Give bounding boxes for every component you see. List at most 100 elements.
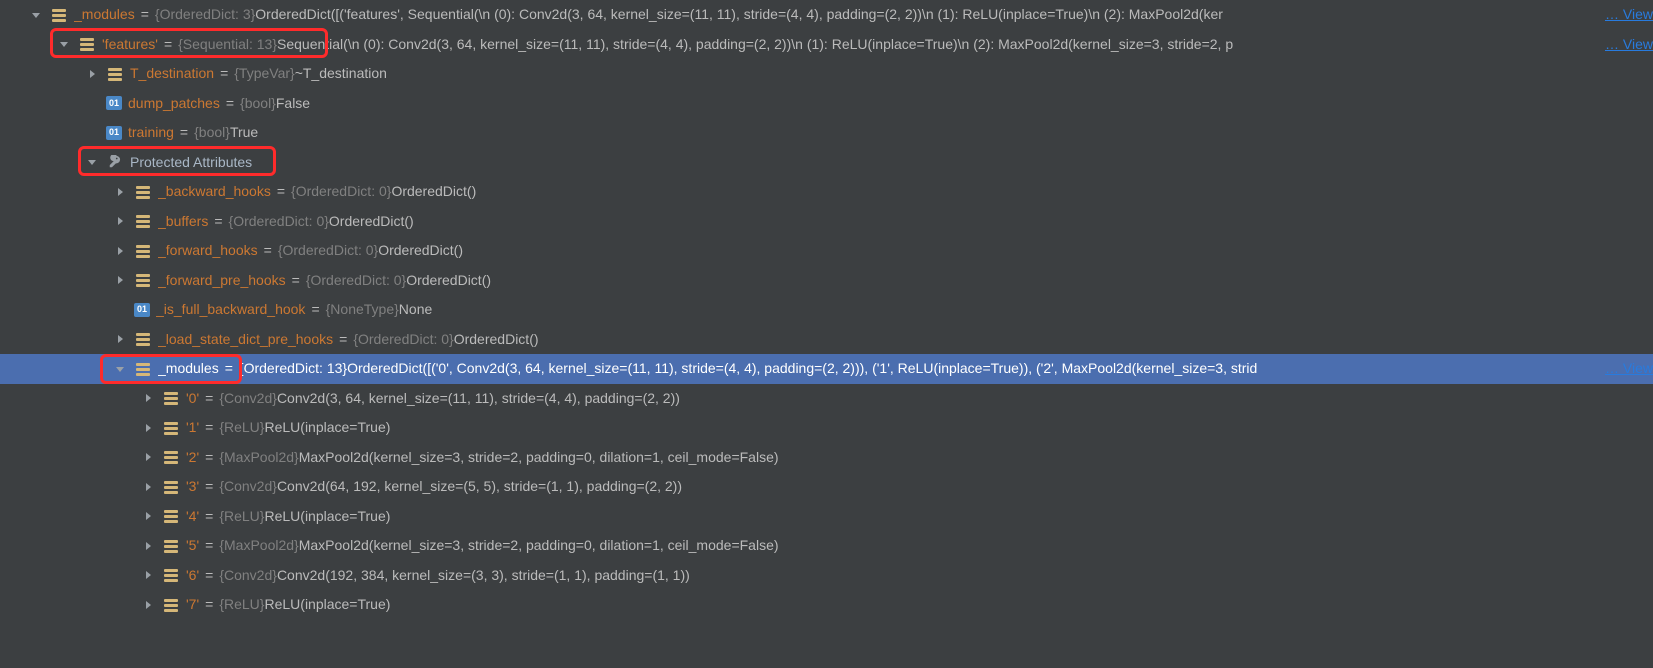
- tree-row[interactable]: _modules = {OrderedDict: 13} OrderedDict…: [0, 354, 1653, 384]
- variable-type: {Sequential: 13}: [178, 30, 277, 60]
- collapse-arrow-icon[interactable]: [56, 36, 72, 52]
- row-content: _forward_hooks = {OrderedDict: 0} Ordere…: [158, 236, 1653, 266]
- variable-type: {ReLU}: [219, 413, 264, 443]
- tree-row[interactable]: '6' = {Conv2d} Conv2d(192, 384, kernel_s…: [0, 561, 1653, 591]
- row-content: '5' = {MaxPool2d} MaxPool2d(kernel_size=…: [186, 531, 1653, 561]
- tree-row[interactable]: _load_state_dict_pre_hooks = {OrderedDic…: [0, 325, 1653, 355]
- variable-name: '3': [186, 472, 199, 502]
- object-icon: [134, 271, 152, 289]
- variable-name: Protected Attributes: [130, 148, 252, 178]
- tree-row[interactable]: _modules = {OrderedDict: 3} OrderedDict(…: [0, 0, 1653, 30]
- equals-sign: =: [264, 236, 272, 266]
- key-icon: [106, 153, 124, 171]
- tree-row[interactable]: _forward_pre_hooks = {OrderedDict: 0} Or…: [0, 266, 1653, 296]
- expand-arrow-icon[interactable]: [140, 538, 156, 554]
- variable-type: {MaxPool2d}: [219, 443, 298, 473]
- expand-arrow-icon[interactable]: [140, 479, 156, 495]
- variable-name: _modules: [158, 354, 219, 384]
- variable-name: '2': [186, 443, 199, 473]
- object-icon: [162, 478, 180, 496]
- tree-row[interactable]: T_destination = {TypeVar} ~T_destination: [0, 59, 1653, 89]
- tree-row[interactable]: '1' = {ReLU} ReLU(inplace=True): [0, 413, 1653, 443]
- variable-type: {Conv2d}: [219, 472, 277, 502]
- equals-sign: =: [205, 590, 213, 620]
- variable-value: Conv2d(3, 64, kernel_size=(11, 11), stri…: [277, 384, 680, 414]
- expand-arrow-icon[interactable]: [140, 420, 156, 436]
- expand-arrow-icon[interactable]: [140, 390, 156, 406]
- variable-value: False: [276, 89, 310, 119]
- variable-type: {TypeVar}: [234, 59, 294, 89]
- variable-name: '0': [186, 384, 199, 414]
- expand-arrow-icon[interactable]: [112, 272, 128, 288]
- expand-arrow-icon[interactable]: [84, 66, 100, 82]
- tree-row[interactable]: '5' = {MaxPool2d} MaxPool2d(kernel_size=…: [0, 531, 1653, 561]
- row-content: dump_patches = {bool} False: [128, 89, 1653, 119]
- expand-arrow-icon[interactable]: [140, 508, 156, 524]
- row-content: '7' = {ReLU} ReLU(inplace=True): [186, 590, 1653, 620]
- view-link[interactable]: … View: [1605, 354, 1653, 384]
- variable-type: {Conv2d}: [219, 384, 277, 414]
- expand-arrow-icon[interactable]: [112, 184, 128, 200]
- variable-type: {ReLU}: [219, 590, 264, 620]
- row-content: '4' = {ReLU} ReLU(inplace=True): [186, 502, 1653, 532]
- collapse-arrow-icon[interactable]: [84, 154, 100, 170]
- tree-row[interactable]: Protected Attributes: [0, 148, 1653, 178]
- variable-value: Sequential(\n (0): Conv2d(3, 64, kernel_…: [277, 30, 1233, 60]
- view-link[interactable]: … View: [1605, 0, 1653, 30]
- variable-name: T_destination: [130, 59, 214, 89]
- expand-arrow-icon[interactable]: [140, 597, 156, 613]
- variable-type: {ReLU}: [219, 502, 264, 532]
- tree-row[interactable]: '0' = {Conv2d} Conv2d(3, 64, kernel_size…: [0, 384, 1653, 414]
- tree-row[interactable]: _forward_hooks = {OrderedDict: 0} Ordere…: [0, 236, 1653, 266]
- variable-value: None: [399, 295, 432, 325]
- variable-name: _modules: [74, 0, 135, 30]
- object-icon: [162, 419, 180, 437]
- row-content: _is_full_backward_hook = {NoneType} None: [156, 295, 1653, 325]
- expand-arrow-icon[interactable]: [112, 213, 128, 229]
- variable-name: _is_full_backward_hook: [156, 295, 305, 325]
- variable-name: training: [128, 118, 174, 148]
- tree-row[interactable]: '3' = {Conv2d} Conv2d(64, 192, kernel_si…: [0, 472, 1653, 502]
- tree-row[interactable]: '4' = {ReLU} ReLU(inplace=True): [0, 502, 1653, 532]
- tree-row[interactable]: 01training = {bool} True: [0, 118, 1653, 148]
- variable-value: Conv2d(64, 192, kernel_size=(5, 5), stri…: [277, 472, 682, 502]
- tree-row[interactable]: '7' = {ReLU} ReLU(inplace=True): [0, 590, 1653, 620]
- collapse-arrow-icon[interactable]: [112, 361, 128, 377]
- variable-name: '4': [186, 502, 199, 532]
- row-content: '2' = {MaxPool2d} MaxPool2d(kernel_size=…: [186, 443, 1653, 473]
- variable-value: ~T_destination: [295, 59, 387, 89]
- row-content: T_destination = {TypeVar} ~T_destination: [130, 59, 1653, 89]
- variable-value: OrderedDict(): [378, 236, 463, 266]
- variables-tree[interactable]: _modules = {OrderedDict: 3} OrderedDict(…: [0, 0, 1653, 620]
- equals-sign: =: [225, 354, 233, 384]
- expand-arrow-icon[interactable]: [112, 243, 128, 259]
- tree-row[interactable]: _buffers = {OrderedDict: 0} OrderedDict(…: [0, 207, 1653, 237]
- object-icon: [162, 448, 180, 466]
- row-content: _modules = {OrderedDict: 3} OrderedDict(…: [74, 0, 1601, 30]
- tree-row[interactable]: 01dump_patches = {bool} False: [0, 89, 1653, 119]
- variable-value: OrderedDict(): [391, 177, 476, 207]
- object-icon: [162, 389, 180, 407]
- tree-row[interactable]: 'features' = {Sequential: 13} Sequential…: [0, 30, 1653, 60]
- variable-name: '6': [186, 561, 199, 591]
- expand-arrow-icon[interactable]: [112, 331, 128, 347]
- tree-row[interactable]: _backward_hooks = {OrderedDict: 0} Order…: [0, 177, 1653, 207]
- tree-row[interactable]: 01_is_full_backward_hook = {NoneType} No…: [0, 295, 1653, 325]
- expand-arrow-icon[interactable]: [140, 567, 156, 583]
- view-link[interactable]: … View: [1605, 30, 1653, 60]
- variable-name: '1': [186, 413, 199, 443]
- tree-row[interactable]: '2' = {MaxPool2d} MaxPool2d(kernel_size=…: [0, 443, 1653, 473]
- collapse-arrow-icon[interactable]: [28, 7, 44, 23]
- row-content: _forward_pre_hooks = {OrderedDict: 0} Or…: [158, 266, 1653, 296]
- variable-value: OrderedDict([('0', Conv2d(3, 64, kernel_…: [347, 354, 1257, 384]
- variable-value: Conv2d(192, 384, kernel_size=(3, 3), str…: [277, 561, 690, 591]
- variable-value: ReLU(inplace=True): [264, 590, 390, 620]
- variable-value: MaxPool2d(kernel_size=3, stride=2, paddi…: [299, 443, 779, 473]
- object-icon: [50, 6, 68, 24]
- row-content: _modules = {OrderedDict: 13} OrderedDict…: [158, 354, 1601, 384]
- equals-sign: =: [205, 413, 213, 443]
- variable-value: ReLU(inplace=True): [264, 502, 390, 532]
- variable-value: OrderedDict(): [406, 266, 491, 296]
- expand-arrow-icon[interactable]: [140, 449, 156, 465]
- variable-type: {Conv2d}: [219, 561, 277, 591]
